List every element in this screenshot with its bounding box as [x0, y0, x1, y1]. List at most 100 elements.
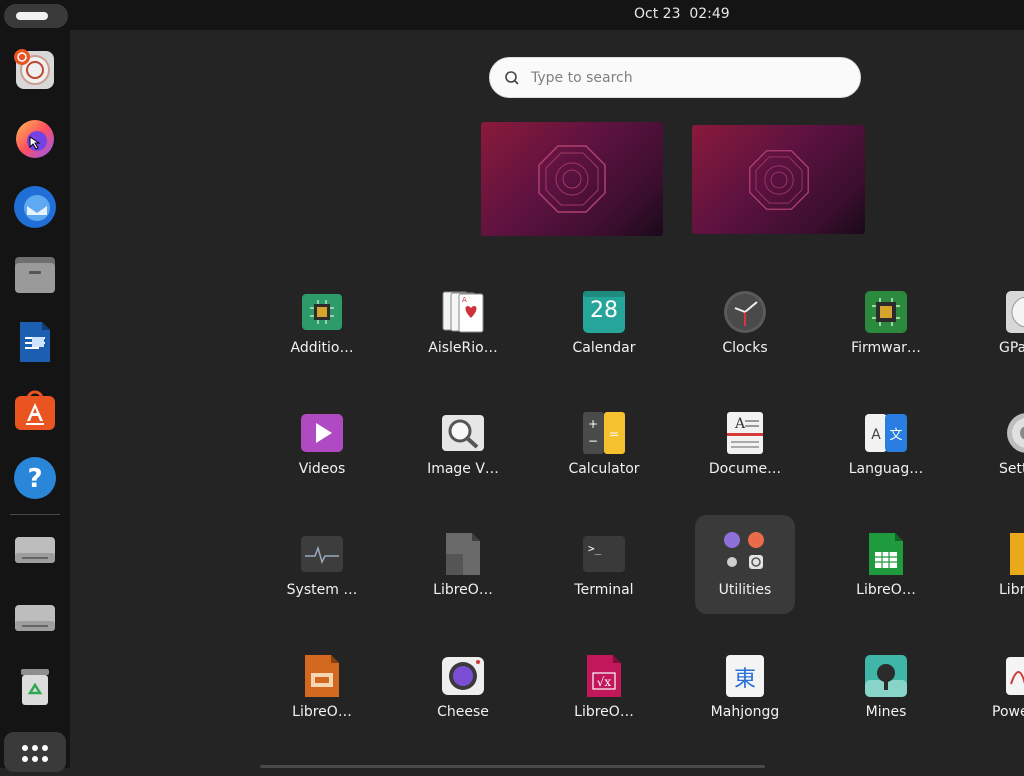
help-icon: ?: [14, 457, 56, 499]
firmware-chip-icon: [865, 291, 907, 333]
libreoffice-math-icon: √x: [587, 655, 621, 697]
mahjongg-tile-icon: 東: [726, 655, 764, 697]
app-libreoffice-impress[interactable]: LibreO…: [267, 648, 377, 746]
app-label: Image V…: [427, 461, 499, 477]
app-grid-icon: [22, 745, 48, 762]
app-additional-drivers[interactable]: Additio…: [267, 284, 377, 382]
drive-icon: [15, 537, 55, 563]
gparted-icon: [1006, 291, 1024, 333]
app-label: LibreO…: [856, 582, 916, 598]
folder-icon: [15, 257, 55, 293]
activities-indicator: [16, 12, 48, 20]
app-label: GPa: [999, 340, 1024, 356]
svg-text:+: +: [588, 417, 598, 431]
app-document-viewer[interactable]: A Docume…: [690, 405, 800, 503]
terminal-icon: >_: [583, 536, 625, 572]
workspace-thumbnail-2[interactable]: [692, 125, 865, 234]
drive-icon: [15, 605, 55, 631]
app-clocks[interactable]: Clocks: [690, 284, 800, 382]
workspace-thumbnail-1[interactable]: [481, 122, 663, 236]
app-label: Additio…: [290, 340, 354, 356]
gear-icon: [1007, 413, 1024, 453]
svg-text:東: 東: [734, 667, 756, 692]
app-mahjongg[interactable]: 東 Mahjongg: [690, 648, 800, 746]
dock-item-files[interactable]: [5, 244, 65, 304]
libreoffice-calc-icon: [869, 533, 903, 575]
dock-item-writer[interactable]: [5, 312, 65, 372]
app-mines[interactable]: Mines: [831, 648, 941, 746]
app-folder-utilities[interactable]: Utilities: [695, 515, 795, 614]
dock-item-drive-2[interactable]: [5, 588, 65, 648]
svg-text:A: A: [462, 296, 467, 304]
dock-item-drive-1[interactable]: [5, 520, 65, 580]
clock-icon: [724, 291, 766, 333]
app-language-support[interactable]: A 文 Languag…: [831, 405, 941, 503]
firefox-icon: [16, 120, 54, 158]
dock-separator: [10, 514, 60, 515]
dock-item-help[interactable]: ?: [5, 448, 65, 508]
app-label: Calendar: [572, 340, 636, 356]
utilities-folder-icon: [724, 532, 764, 569]
chip-icon: [302, 294, 342, 330]
svg-text:=: =: [609, 427, 619, 441]
show-apps-button[interactable]: [4, 732, 66, 772]
app-settings[interactable]: Sett: [972, 405, 1024, 503]
app-label: Docume…: [708, 461, 782, 477]
search-input[interactable]: [531, 67, 831, 89]
libreoffice-writer-icon: [20, 322, 50, 362]
thunderbird-icon: [14, 186, 56, 228]
dock-item-app-center[interactable]: [5, 380, 65, 440]
app-videos[interactable]: Videos: [267, 405, 377, 503]
trash-icon: [21, 669, 49, 705]
libreoffice-draw-icon: [1010, 533, 1024, 575]
ubuntu-wallpaper-emblem: [748, 149, 809, 210]
svg-text:A: A: [871, 427, 881, 443]
search-bar[interactable]: [489, 57, 861, 98]
app-calendar[interactable]: 28 Calendar: [549, 284, 659, 382]
date-time-label: Oct 23 02:49: [634, 6, 730, 22]
calculator-icon: + − =: [583, 412, 625, 454]
power-statistics-icon: [1006, 657, 1024, 695]
app-aisleriot[interactable]: A AisleRio…: [408, 284, 518, 382]
dock-item-thunderbird[interactable]: [5, 176, 65, 236]
app-label: Libre: [999, 582, 1024, 598]
app-label: Terminal: [574, 582, 634, 598]
app-label: System …: [286, 582, 358, 598]
libreoffice-icon: [446, 533, 480, 575]
app-libreoffice-calc[interactable]: LibreO…: [831, 526, 941, 624]
app-system-monitor[interactable]: System …: [267, 526, 377, 624]
app-label: Firmwar…: [851, 340, 921, 356]
dock-item-installer[interactable]: [5, 40, 65, 100]
app-label: Cheese: [437, 704, 489, 720]
app-label: Languag…: [848, 461, 924, 477]
app-label: Utilities: [718, 582, 772, 598]
dock: ?: [0, 30, 70, 772]
app-image-viewer[interactable]: Image V…: [408, 405, 518, 503]
app-gparted[interactable]: GPa: [972, 284, 1024, 382]
libreoffice-impress-icon: [305, 655, 339, 697]
app-calculator[interactable]: + − = Calculator: [549, 405, 659, 503]
app-firmware[interactable]: Firmwar…: [831, 284, 941, 382]
language-icon: A 文: [865, 414, 907, 452]
svg-text:文: 文: [889, 428, 902, 443]
dock-item-firefox[interactable]: [5, 108, 65, 168]
svg-text:?: ?: [27, 464, 42, 494]
dock-item-trash[interactable]: [5, 656, 65, 716]
activities-button[interactable]: [4, 4, 68, 28]
ubuntu-wallpaper-emblem: [538, 145, 606, 213]
app-power-statistics[interactable]: Powe: [972, 648, 1024, 746]
svg-text:√x: √x: [597, 675, 612, 689]
document-viewer-icon: A: [727, 412, 763, 454]
svg-text:A: A: [734, 416, 746, 432]
svg-text:−: −: [588, 434, 598, 448]
app-label: Mines: [865, 704, 907, 720]
app-label: LibreO…: [433, 582, 493, 598]
app-cheese[interactable]: Cheese: [408, 648, 518, 746]
mines-icon: [865, 655, 907, 697]
camera-icon: [442, 657, 484, 695]
app-libreoffice[interactable]: LibreO…: [408, 526, 518, 624]
app-libreoffice-math[interactable]: √x LibreO…: [549, 648, 659, 746]
app-terminal[interactable]: >_ Terminal: [549, 526, 659, 624]
app-libreoffice-impress-partial[interactable]: Libre: [972, 526, 1024, 624]
play-icon: [301, 414, 343, 452]
